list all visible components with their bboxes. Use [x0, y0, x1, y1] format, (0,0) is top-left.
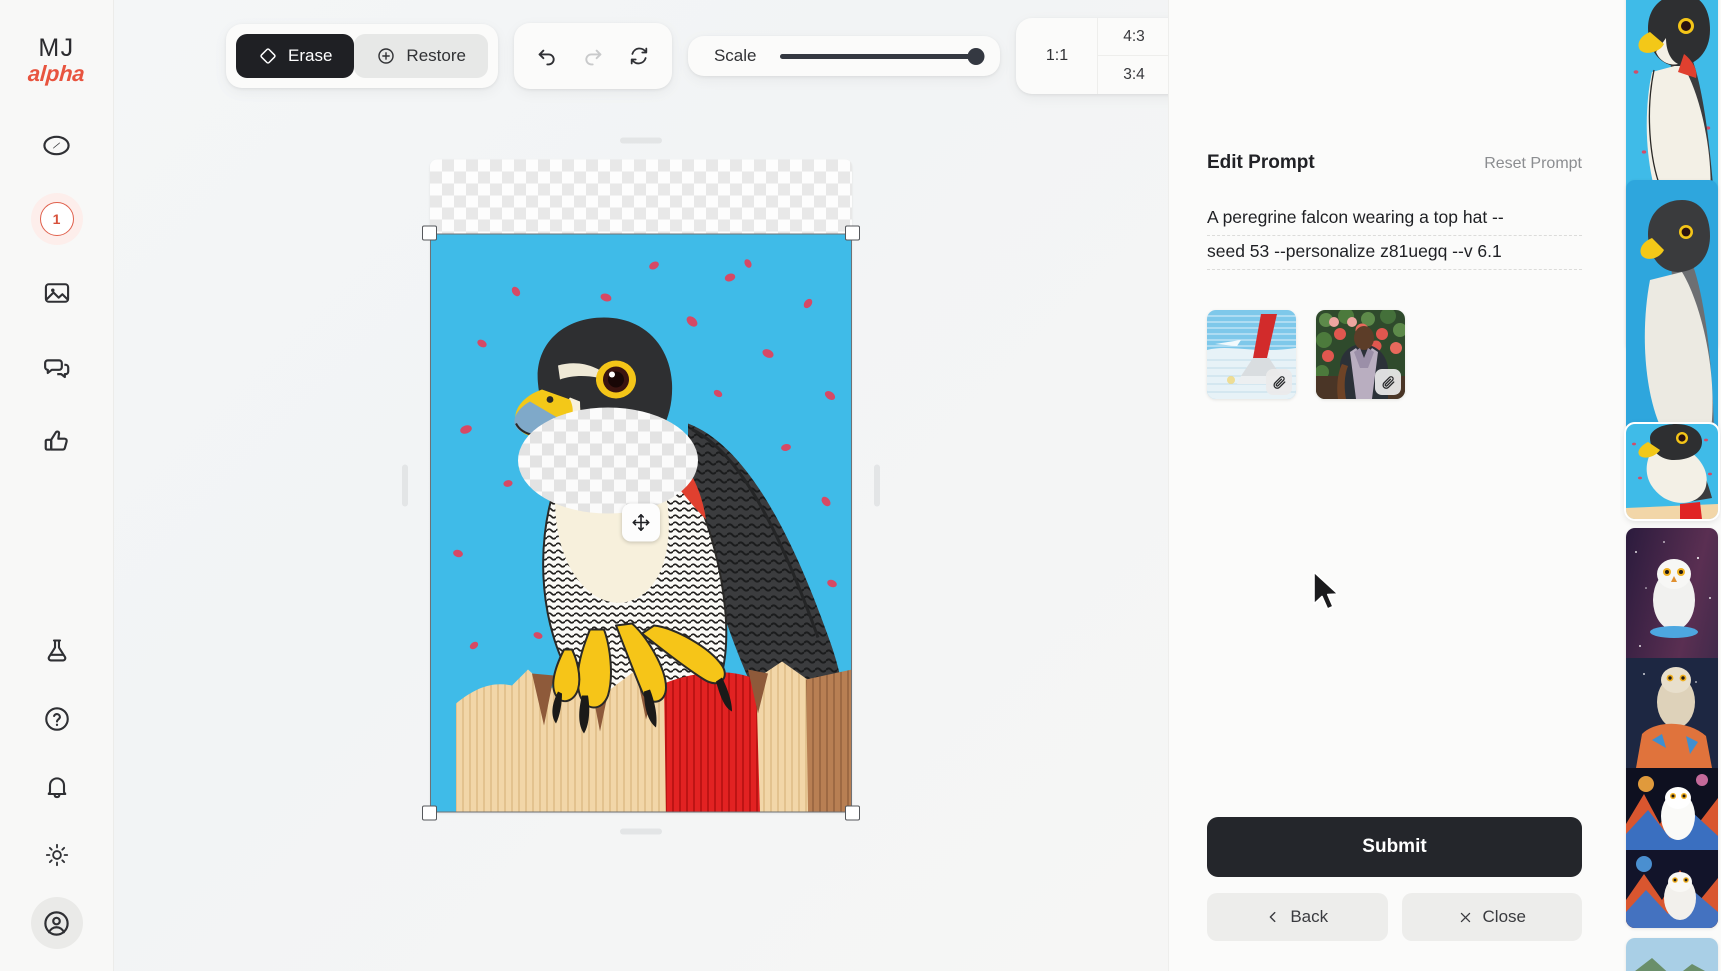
image-frame-wrapper [402, 137, 880, 834]
reference-attach-badge-2[interactable] [1375, 369, 1401, 395]
close-button[interactable]: Close [1401, 893, 1582, 941]
refresh-icon [630, 47, 648, 65]
resize-bar-top[interactable] [620, 137, 662, 143]
results-filmstrip[interactable] [1620, 0, 1721, 971]
erase-label: Erase [288, 46, 333, 65]
reference-thumb-airplane[interactable] [1207, 310, 1296, 399]
task-count: 1 [52, 211, 61, 227]
sidebar-item-labs[interactable] [31, 625, 83, 677]
resize-handle-bottom-left[interactable] [422, 805, 437, 820]
bell-icon [47, 777, 66, 799]
owl-tile [1626, 528, 1718, 928]
reference-thumb-portrait[interactable] [1316, 310, 1405, 399]
sidebar-nav: 1 [0, 119, 113, 467]
resize-bar-right[interactable] [874, 464, 880, 507]
sidebar-item-tasks[interactable]: 1 [30, 193, 83, 245]
editor-toolbar: Erase Restore Scale 1:1 4:3 3:4 [226, 18, 1168, 94]
panel-actions: Submit Back Close [1207, 817, 1582, 941]
canvas-stage[interactable]: Erase Restore Scale 1:1 4:3 3:4 [114, 0, 1168, 971]
mode-toggle-group: Erase Restore [226, 24, 498, 88]
reference-images [1207, 310, 1582, 399]
paperclip-icon [1381, 375, 1394, 389]
ratio-option-4-3[interactable]: 4:3 [1098, 18, 1168, 56]
sidebar-item-rate[interactable] [31, 415, 83, 467]
prompt-input[interactable]: A peregrine falcon wearing a top hat -- … [1207, 202, 1582, 270]
scale-label: Scale [713, 46, 757, 65]
sidebar-item-chat[interactable] [31, 341, 83, 393]
flask-icon [47, 639, 66, 662]
slider-thumb[interactable] [967, 47, 985, 65]
filmstrip-item-owl-group[interactable] [1626, 528, 1718, 928]
sidebar-item-theme[interactable] [31, 829, 83, 881]
scale-group: Scale [687, 36, 1001, 76]
back-button[interactable]: Back [1207, 893, 1388, 941]
submit-button[interactable]: Submit [1207, 817, 1582, 877]
plus-circle-icon [378, 48, 395, 64]
page-title: Edit Prompt [1207, 152, 1315, 173]
sidebar-item-gallery[interactable] [31, 267, 83, 319]
sun-icon [45, 843, 68, 867]
sidebar-item-help[interactable] [31, 693, 83, 745]
move-arrows-icon [632, 514, 650, 531]
left-sidebar: MJ alpha 1 [0, 0, 114, 971]
user-circle-icon [44, 910, 69, 936]
undo-button[interactable] [524, 33, 570, 79]
resize-handle-top-right[interactable] [845, 225, 860, 240]
scale-slider[interactable] [780, 46, 985, 66]
brand-mj-text: MJ [38, 34, 75, 62]
chevron-left-icon [1270, 911, 1276, 923]
landscape-tile [1626, 938, 1718, 971]
reset-prompt-button[interactable]: Reset Prompt [1484, 155, 1582, 173]
filmstrip-item-falcon-selected[interactable] [1624, 422, 1720, 521]
redo-arrow-icon [585, 49, 602, 66]
restore-mode-button[interactable]: Restore [354, 34, 488, 78]
edit-prompt-panel: Edit Prompt Reset Prompt A peregrine fal… [1168, 0, 1620, 971]
brand-alpha-text: alpha [27, 61, 86, 86]
prompt-line-1: A peregrine falcon wearing a top hat -- [1207, 202, 1582, 236]
resize-bar-left[interactable] [402, 464, 408, 507]
sidebar-bottom-nav [0, 625, 113, 949]
slider-fill [780, 53, 977, 59]
undo-arrow-icon [538, 49, 555, 66]
thumbs-up-icon [44, 430, 68, 451]
falcon-tile-selected [1626, 424, 1718, 519]
aspect-ratio-grid: 4:33:216:92:13:42:39:161:2 [1098, 18, 1168, 94]
close-label: Close [1482, 907, 1526, 926]
reset-canvas-button[interactable] [616, 33, 662, 79]
brand-logo[interactable]: MJ alpha [27, 34, 86, 87]
restore-label: Restore [406, 46, 466, 65]
sidebar-item-account[interactable] [30, 897, 83, 949]
sidebar-item-updates[interactable] [31, 761, 83, 813]
back-label: Back [1290, 907, 1329, 926]
resize-handle-bottom-right[interactable] [845, 805, 860, 820]
resize-handle-top-left[interactable] [422, 225, 437, 240]
ratio-option-1-1[interactable]: 1:1 [1016, 18, 1099, 94]
ratio-option-3-4[interactable]: 3:4 [1098, 56, 1168, 94]
redo-button[interactable] [570, 33, 616, 79]
question-circle-icon [44, 707, 69, 731]
compass-icon [43, 135, 70, 155]
erase-mode-button[interactable]: Erase [236, 34, 355, 78]
editor-app: MJ alpha 1 Erase Restore Scale 1:1 4:3 3… [0, 0, 1721, 971]
prompt-line-2: seed 53 --personalize z81uegq --v 6.1 [1207, 236, 1582, 270]
image-icon [44, 283, 69, 303]
sidebar-item-explore[interactable] [31, 119, 83, 171]
eraser-diamond-icon [260, 48, 276, 64]
move-handle[interactable] [622, 503, 660, 542]
secondary-actions: Back Close [1207, 893, 1582, 941]
panel-header: Edit Prompt Reset Prompt [1207, 152, 1582, 174]
reference-attach-badge-1[interactable] [1266, 369, 1292, 395]
paperclip-icon [1272, 375, 1285, 389]
close-x-icon [1460, 912, 1470, 922]
chat-bubbles-icon [44, 358, 70, 378]
resize-bar-bottom[interactable] [620, 828, 662, 834]
selection-handles-layer [422, 225, 860, 820]
history-group [513, 23, 672, 89]
filmstrip-item-landscape[interactable] [1626, 938, 1718, 971]
task-badge-icon: 1 [39, 202, 74, 236]
aspect-ratio-group: 1:1 4:33:216:92:13:42:39:161:2 [1016, 18, 1168, 94]
